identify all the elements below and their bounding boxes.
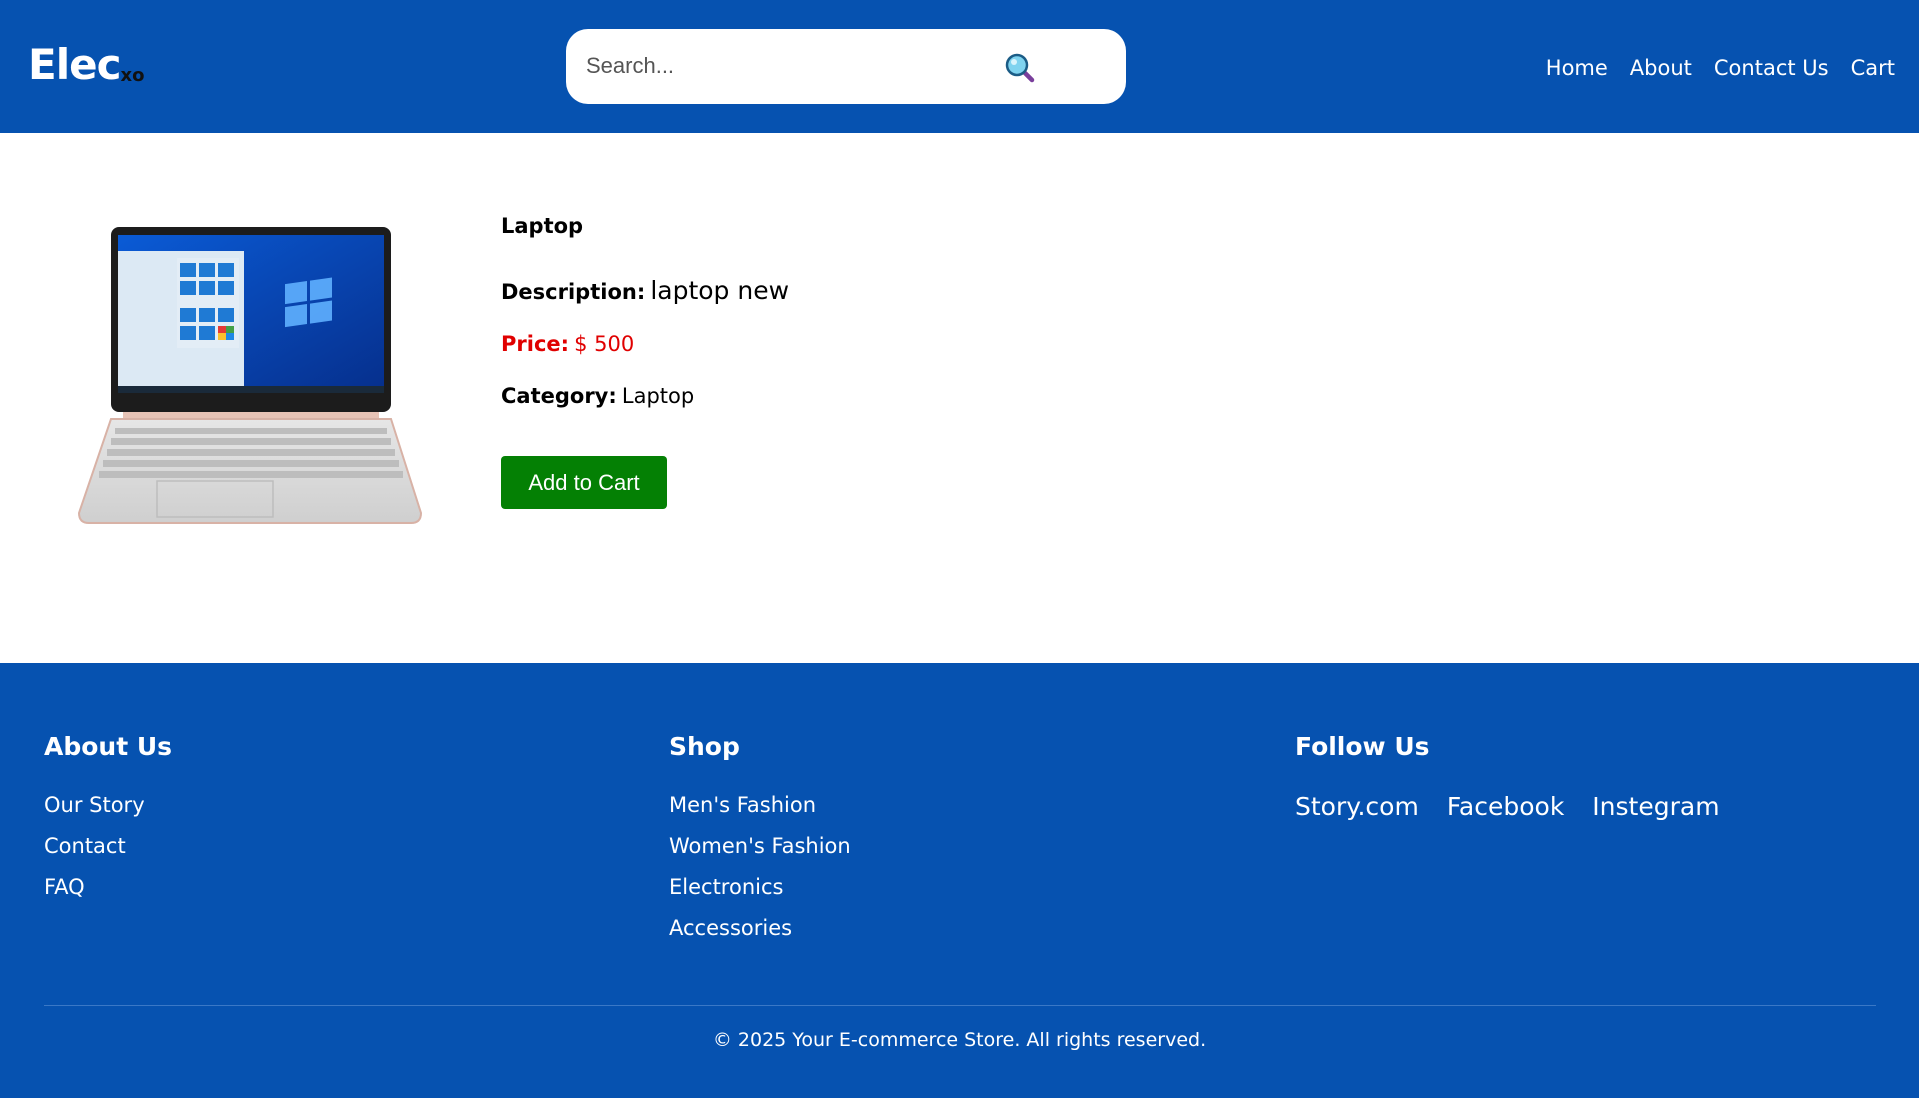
footer-about-heading: About Us [44, 732, 173, 761]
footer-follow-column: Follow Us Story.com Facebook Instegram [1295, 731, 1720, 821]
footer-shop-column: Shop Men's Fashion Women's Fashion Elect… [669, 731, 851, 949]
footer-link-faq[interactable]: FAQ [44, 875, 85, 899]
footer-link-item: FAQ [44, 867, 172, 908]
logo-main-text: Elec [28, 40, 121, 89]
footer-shop-links: Men's Fashion Women's Fashion Electronic… [669, 785, 851, 949]
product-price: Price: $ 500 [501, 332, 634, 356]
footer-about-column: About Us Our Story Contact FAQ [44, 731, 172, 908]
footer-about-links: Our Story Contact FAQ [44, 785, 172, 908]
footer-link-womens-fashion[interactable]: Women's Fashion [669, 834, 851, 858]
footer-link-item: Women's Fashion [669, 826, 851, 867]
footer-link-contact[interactable]: Contact [44, 834, 126, 858]
product-image [77, 227, 423, 524]
copyright-text: © 2025 Your E-commerce Store. All rights… [712, 1029, 1207, 1051]
main-nav: Home About Contact Us Cart [1546, 52, 1895, 84]
logo-sub-text: xo [120, 65, 145, 86]
social-links: Story.com Facebook Instegram [1295, 792, 1720, 821]
description-label: Description: [501, 280, 646, 304]
nav-link-home[interactable]: Home [1546, 56, 1608, 80]
site-logo[interactable]: Elecxo [28, 44, 144, 86]
price-value: $ 500 [574, 332, 635, 356]
category-label: Category: [501, 384, 617, 408]
social-link-story[interactable]: Story.com [1295, 792, 1419, 821]
social-link-instagram[interactable]: Instegram [1592, 792, 1719, 821]
footer-link-item: Our Story [44, 785, 172, 826]
footer-shop-heading: Shop [669, 732, 740, 761]
nav-link-contact-us[interactable]: Contact Us [1714, 56, 1829, 80]
site-header: Elecxo Home About Contact Us Cart [0, 0, 1919, 133]
footer-link-item: Accessories [669, 908, 851, 949]
price-label: Price: [501, 332, 570, 356]
add-to-cart-button[interactable]: Add to Cart [501, 456, 667, 509]
category-value: Laptop [621, 384, 695, 408]
footer-link-accessories[interactable]: Accessories [669, 916, 792, 940]
footer-link-mens-fashion[interactable]: Men's Fashion [669, 793, 816, 817]
footer-link-electronics[interactable]: Electronics [669, 875, 783, 899]
search-input[interactable] [586, 46, 986, 86]
social-link-facebook[interactable]: Facebook [1447, 792, 1564, 821]
product-category: Category: Laptop [501, 384, 694, 408]
nav-link-about[interactable]: About [1630, 56, 1692, 80]
footer-link-item: Contact [44, 826, 172, 867]
footer-follow-heading: Follow Us [1295, 732, 1430, 761]
site-footer: About Us Our Story Contact FAQ Shop Men'… [0, 663, 1919, 1098]
footer-link-item: Men's Fashion [669, 785, 851, 826]
product-details: Laptop Description: laptop new Price: $ … [501, 212, 789, 509]
product-title: Laptop [501, 214, 584, 238]
search-icon[interactable] [1004, 52, 1036, 84]
nav-link-cart[interactable]: Cart [1851, 56, 1895, 80]
search-bar [566, 29, 1126, 104]
description-value: laptop new [650, 276, 790, 305]
footer-divider [44, 1005, 1876, 1006]
product-description: Description: laptop new [501, 276, 789, 305]
footer-link-our-story[interactable]: Our Story [44, 793, 145, 817]
footer-link-item: Electronics [669, 867, 851, 908]
